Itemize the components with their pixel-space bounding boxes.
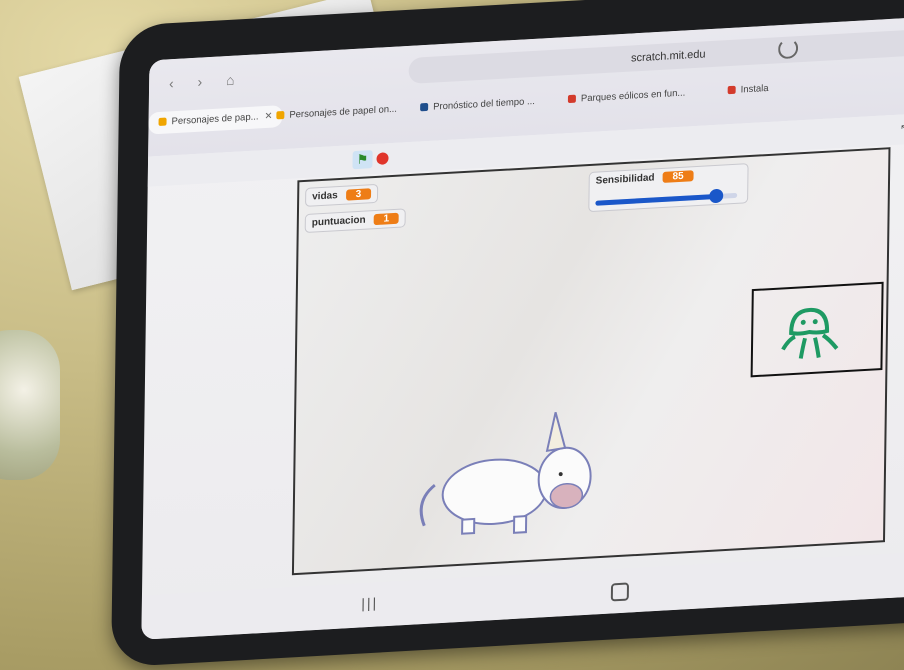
- monitor-value: 3: [345, 188, 372, 201]
- monitor-label: Sensibilidad: [595, 172, 655, 187]
- jellyfish-sprite[interactable]: [753, 284, 882, 375]
- tab-personajes-2[interactable]: Personajes de papel on...: [266, 98, 407, 128]
- tab-favicon: [420, 102, 429, 112]
- tab-label: Personajes de papel on...: [289, 103, 398, 121]
- exit-fullscreen-icon[interactable]: ⤡: [895, 120, 904, 139]
- tab-label: Instala: [740, 82, 769, 96]
- glass: [0, 330, 60, 480]
- tab-label: Pronóstico del tiempo ...: [433, 95, 535, 113]
- tab-favicon: [276, 110, 285, 120]
- tablet-screen: ‹ › ⌂ scratch.mit.edu Personajes de pap.…: [141, 15, 904, 640]
- slider-knob[interactable]: [708, 188, 723, 204]
- green-flag-icon[interactable]: ⚑: [352, 150, 373, 170]
- monitor-vidas: vidas 3: [305, 183, 379, 207]
- android-nav-bar: |||: [141, 550, 904, 640]
- recent-apps-icon[interactable]: |||: [361, 594, 378, 611]
- monitor-label: puntuacion: [311, 214, 366, 229]
- sensibilidad-slider[interactable]: [595, 188, 738, 206]
- tab-instala[interactable]: Instala: [718, 77, 779, 102]
- browser-nav-icons[interactable]: ‹ › ⌂: [169, 71, 245, 91]
- monitor-puntuacion: puntuacion 1: [304, 208, 407, 234]
- sprite-frame: [750, 281, 884, 378]
- monitor-value: 1: [373, 212, 400, 226]
- tablet: ‹ › ⌂ scratch.mit.edu Personajes de pap.…: [111, 0, 904, 668]
- tab-label: Personajes de pap...: [171, 111, 259, 128]
- monitor-value: 85: [662, 170, 694, 183]
- tab-favicon: [158, 117, 167, 127]
- tab-favicon: [727, 85, 736, 95]
- slider-fill: [595, 193, 716, 206]
- unicorn-drawing: [419, 411, 592, 535]
- monitor-sensibilidad: Sensibilidad 85: [588, 163, 749, 213]
- address-bar[interactable]: scratch.mit.edu: [408, 28, 904, 84]
- tab-favicon: [567, 94, 576, 104]
- tab-label: Parques eólicos en fun...: [580, 87, 686, 105]
- url-text: scratch.mit.edu: [630, 48, 706, 65]
- home-icon[interactable]: [610, 582, 630, 602]
- tab-parques[interactable]: Parques eólicos en fun...: [558, 82, 696, 112]
- tab-personajes-1[interactable]: Personajes de pap... ✕: [148, 105, 283, 135]
- tab-pronostico[interactable]: Pronóstico del tiempo ...: [410, 90, 545, 120]
- stop-icon[interactable]: [376, 152, 389, 165]
- monitor-label: vidas: [312, 190, 338, 203]
- scratch-stage[interactable]: vidas 3 puntuacion 1 Sensibilidad 85: [291, 147, 891, 576]
